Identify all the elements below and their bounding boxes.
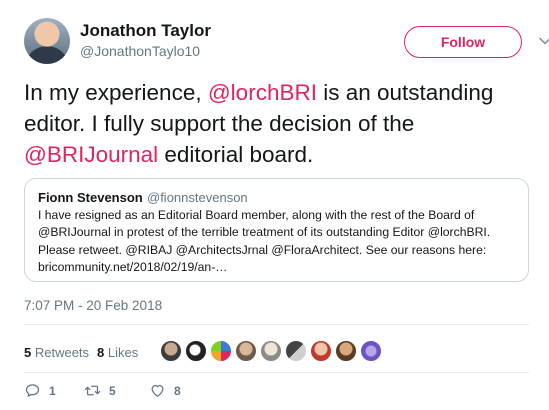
- tweet-text-part: In my experience,: [24, 80, 208, 105]
- tweet-text: In my experience, @lorchBRI is an outsta…: [24, 77, 529, 170]
- like-count: 8: [174, 383, 181, 398]
- tweet-stats: 5 Retweets 8 Likes: [24, 338, 146, 366]
- tweet-actions: 1 5 8: [24, 382, 209, 399]
- liker-avatar[interactable]: [185, 340, 207, 362]
- retweets-label: Retweets: [31, 344, 90, 360]
- quoted-text-line: Please retweet. @RIBAJ @ArchitectsJrnal …: [38, 242, 487, 257]
- author-avatar[interactable]: [24, 18, 70, 64]
- chevron-down-icon[interactable]: [538, 34, 549, 48]
- quoted-text-line: @BRIJournal in protest of the terrible t…: [38, 225, 491, 240]
- mention-link[interactable]: @lorchBRI: [208, 80, 317, 105]
- likes-label: Likes: [104, 344, 139, 360]
- author-name[interactable]: Jonathon Taylor: [80, 21, 211, 41]
- retweet-action[interactable]: 5: [84, 382, 149, 399]
- divider: [24, 372, 529, 373]
- reply-action[interactable]: 1: [24, 382, 84, 399]
- retweets-stat[interactable]: 5 Retweets: [24, 345, 89, 360]
- heart-icon: [151, 384, 164, 397]
- quoted-tweet-text: I have resigned as an Editorial Board me…: [38, 207, 520, 277]
- liker-avatar[interactable]: [235, 340, 257, 362]
- quoted-text-line: I have resigned as an Editorial Board me…: [38, 208, 475, 222]
- tweet-header: Jonathon Taylor @JonathonTaylo10 Follow: [24, 18, 549, 66]
- liker-avatar[interactable]: [285, 340, 307, 362]
- mention-link[interactable]: @BRIJournal: [24, 142, 158, 167]
- quoted-text-line: bricommunity.net/2018/02/19/an-…: [38, 260, 228, 275]
- reply-count: 1: [49, 383, 56, 398]
- divider: [24, 324, 529, 325]
- quoted-tweet[interactable]: Fionn Stevenson @fionnstevenson I have r…: [24, 178, 529, 282]
- author-handle[interactable]: @JonathonTaylo10: [80, 43, 200, 59]
- quoted-author-name: Fionn Stevenson: [38, 190, 143, 205]
- tweet-text-part: editorial board.: [158, 142, 314, 167]
- liker-avatar[interactable]: [335, 340, 357, 362]
- reply-icon: [25, 384, 40, 397]
- liker-avatars: [160, 340, 385, 362]
- liker-avatar[interactable]: [160, 340, 182, 362]
- liker-avatar[interactable]: [210, 340, 232, 362]
- quoted-author-handle: @fionnstevenson: [147, 190, 248, 205]
- liker-avatar[interactable]: [310, 340, 332, 362]
- follow-button[interactable]: Follow: [404, 26, 522, 58]
- tweet-timestamp[interactable]: 7:07 PM - 20 Feb 2018: [24, 298, 162, 313]
- liker-avatar[interactable]: [360, 340, 382, 362]
- liker-avatar[interactable]: [260, 340, 282, 362]
- like-action[interactable]: 8: [149, 382, 209, 399]
- retweet-icon: [84, 385, 101, 396]
- likes-stat[interactable]: 8 Likes: [97, 345, 138, 360]
- retweet-count: 5: [109, 383, 116, 398]
